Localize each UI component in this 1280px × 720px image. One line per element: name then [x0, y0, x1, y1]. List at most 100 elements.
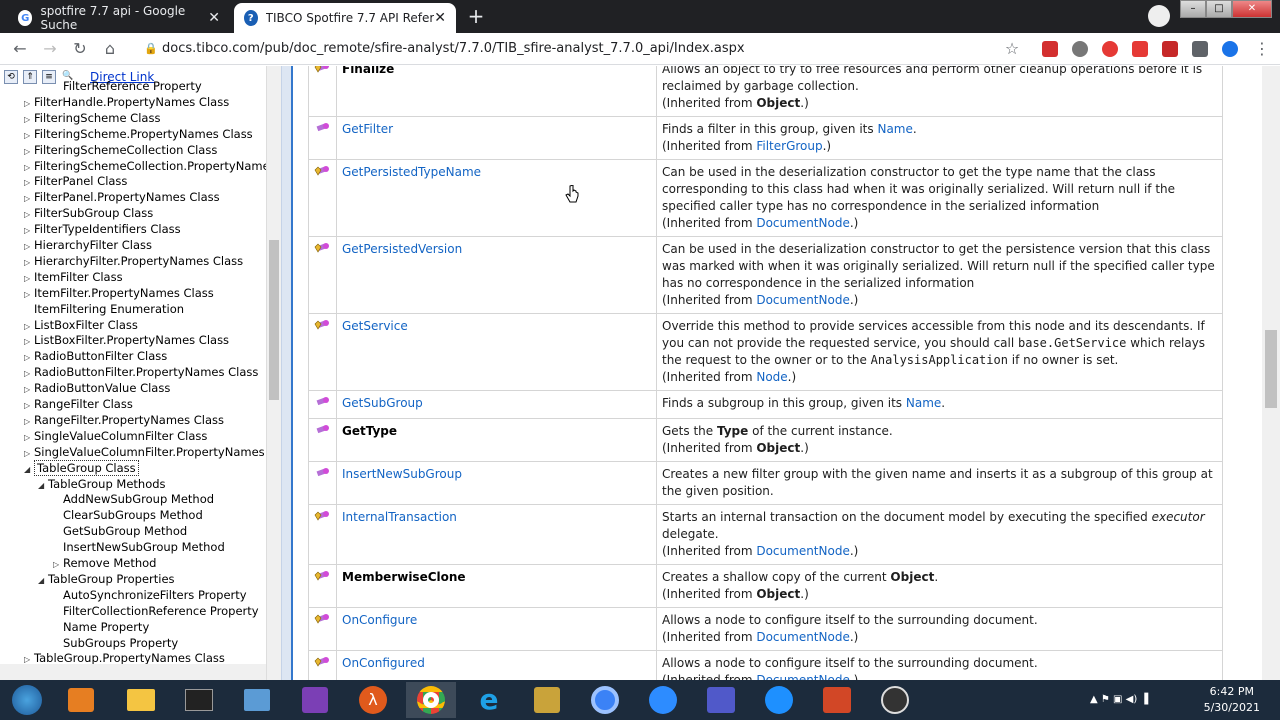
reload-icon[interactable]: ↻: [70, 40, 90, 58]
inherited-class-link[interactable]: FilterGroup: [756, 139, 822, 153]
expanded-arrow-icon[interactable]: ◢: [38, 573, 48, 589]
chromium-icon[interactable]: [580, 682, 630, 718]
tree-item[interactable]: ▷ FilteringScheme.PropertyNames Class: [24, 126, 253, 142]
tree-item[interactable]: InsertNewSubGroup Method: [53, 539, 225, 555]
new-tab-button[interactable]: +: [464, 6, 488, 28]
tree-item[interactable]: ▷ HierarchyFilter Class: [24, 237, 152, 253]
tree-item[interactable]: ▷ RangeFilter.PropertyNames Class: [24, 412, 224, 428]
avatar[interactable]: [1222, 41, 1238, 57]
collapse-icon[interactable]: ⇑: [23, 70, 37, 84]
back-icon[interactable]: ←: [10, 40, 30, 58]
inherited-class-link[interactable]: DocumentNode: [756, 630, 850, 644]
sidebar-horizontal-scrollbar[interactable]: [0, 664, 266, 680]
maps-icon[interactable]: [754, 682, 804, 718]
tree-item[interactable]: ▷ FilterPanel.PropertyNames Class: [24, 189, 220, 205]
tree-item[interactable]: ▷ FilteringScheme Class: [24, 110, 160, 126]
member-name-link[interactable]: OnConfigure: [342, 613, 417, 627]
zoom-icon[interactable]: [638, 682, 688, 718]
tree-item[interactable]: ▷ RadioButtonFilter Class: [24, 348, 167, 364]
internet-explorer-icon[interactable]: e: [464, 682, 514, 718]
member-name-link[interactable]: GetFilter: [342, 122, 393, 136]
tree-item[interactable]: ▷ SingleValueColumnFilter Class: [24, 428, 207, 444]
description-link[interactable]: Name: [877, 122, 912, 136]
tree-item[interactable]: ▷ SingleValueColumnFilter.PropertyNames: [24, 444, 265, 460]
close-icon[interactable]: ✕: [434, 10, 446, 26]
tree-item[interactable]: ▷ RangeFilter Class: [24, 396, 133, 412]
tree-item[interactable]: FilterCollectionReference Property: [53, 603, 259, 619]
tab-google-search[interactable]: G spotfire 7.7 api - Google Suche ✕: [8, 3, 230, 33]
pdf-extension-icon[interactable]: [1042, 41, 1058, 57]
media-player-icon[interactable]: [56, 682, 106, 718]
member-name-link[interactable]: GetService: [342, 319, 408, 333]
adblock-icon[interactable]: [1102, 41, 1118, 57]
sidebar-scroll-thumb[interactable]: [269, 240, 279, 400]
powerpoint-icon[interactable]: [812, 682, 862, 718]
pane-splitter[interactable]: [281, 66, 293, 680]
member-name-link[interactable]: OnConfigured: [342, 656, 425, 670]
member-name-link[interactable]: InsertNewSubGroup: [342, 467, 462, 481]
tree-item[interactable]: ▷ FilteringSchemeCollection Class: [24, 142, 217, 158]
terminal-icon[interactable]: [174, 682, 224, 718]
menu-icon[interactable]: ⋮: [1252, 40, 1272, 58]
lambda-app-icon[interactable]: λ: [348, 682, 398, 718]
close-icon[interactable]: ✕: [208, 10, 220, 26]
description-link[interactable]: Name: [906, 396, 941, 410]
tree-item[interactable]: ItemFiltering Enumeration: [24, 301, 184, 317]
tree-item[interactable]: GetSubGroup Method: [53, 523, 187, 539]
extension-icon[interactable]: [1072, 41, 1088, 57]
content-scroll-thumb[interactable]: [1265, 330, 1277, 408]
member-name-link[interactable]: GetPersistedTypeName: [342, 165, 481, 179]
tree-item[interactable]: Name Property: [53, 619, 149, 635]
expanded-arrow-icon[interactable]: ◢: [24, 462, 34, 478]
tree-item[interactable]: ▷ RadioButtonFilter.PropertyNames Class: [24, 364, 258, 380]
member-name-link[interactable]: GetPersistedVersion: [342, 242, 462, 256]
tree-item[interactable]: ◢ TableGroup Class: [24, 459, 139, 478]
close-window-button[interactable]: ✕: [1232, 0, 1272, 18]
tree-item[interactable]: AddNewSubGroup Method: [53, 491, 214, 507]
tree-item[interactable]: ▷ RadioButtonValue Class: [24, 380, 170, 396]
tree-item[interactable]: FilterReference Property: [53, 78, 202, 94]
tools-icon[interactable]: [522, 682, 572, 718]
member-name-link[interactable]: GetSubGroup: [342, 396, 423, 410]
inherited-class-link[interactable]: DocumentNode: [756, 673, 850, 680]
tree-item[interactable]: ▷ HierarchyFilter.PropertyNames Class: [24, 253, 243, 269]
inherited-class-link[interactable]: DocumentNode: [756, 544, 850, 558]
tree-item[interactable]: SubGroups Property: [53, 635, 178, 651]
forward-icon[interactable]: →: [40, 40, 60, 58]
expanded-arrow-icon[interactable]: ◢: [38, 478, 48, 494]
profile-menu-icon[interactable]: [1148, 5, 1170, 27]
url-field[interactable]: 🔒 docs.tibco.com/pub/doc_remote/sfire-an…: [140, 37, 1030, 61]
bookmark-star-icon[interactable]: ☆: [1002, 40, 1022, 58]
start-button[interactable]: [2, 682, 52, 718]
tree-item[interactable]: ClearSubGroups Method: [53, 507, 203, 523]
tree-item[interactable]: ▷ FilterHandle.PropertyNames Class: [24, 94, 229, 110]
car-extension-icon[interactable]: [1162, 41, 1178, 57]
tree-item[interactable]: ▷ FilterTypeIdentifiers Class: [24, 221, 181, 237]
tree-item[interactable]: ▷ FilterSubGroup Class: [24, 205, 153, 221]
tree-item[interactable]: AutoSynchronizeFilters Property: [53, 587, 247, 603]
inherited-class-link[interactable]: DocumentNode: [756, 293, 850, 307]
chrome-icon[interactable]: [406, 682, 456, 718]
minimize-button[interactable]: –: [1180, 0, 1206, 18]
file-explorer-icon[interactable]: [116, 682, 166, 718]
home-icon[interactable]: ⌂: [100, 40, 120, 58]
inherited-class-link[interactable]: Node: [756, 370, 787, 384]
member-name-link[interactable]: GetType: [342, 424, 397, 438]
teams-icon[interactable]: [696, 682, 746, 718]
tab-tibco-api[interactable]: ? TIBCO Spotfire 7.7 API Reference ✕: [234, 3, 456, 33]
tree-item[interactable]: ▷ ItemFilter Class: [24, 269, 123, 285]
maximize-button[interactable]: □: [1206, 0, 1232, 18]
remote-desktop-icon[interactable]: [232, 682, 282, 718]
puzzle-icon[interactable]: [1192, 41, 1208, 57]
system-clock[interactable]: 6:42 PM 5/30/2021: [1204, 684, 1260, 716]
sync-toc-icon[interactable]: ⟲: [4, 70, 18, 84]
tray-icons[interactable]: ▲ ⚑ ▣ ◀) ▐: [1090, 694, 1148, 705]
visual-studio-icon[interactable]: [290, 682, 340, 718]
tree-item[interactable]: ▷ ItemFilter.PropertyNames Class: [24, 285, 214, 301]
inherited-class-link[interactable]: DocumentNode: [756, 216, 850, 230]
opera-extension-icon[interactable]: [1132, 41, 1148, 57]
member-name-link[interactable]: InternalTransaction: [342, 510, 457, 524]
tree-item[interactable]: ▷ ListBoxFilter.PropertyNames Class: [24, 332, 229, 348]
tree-item[interactable]: ◢ TableGroup Methods: [38, 476, 166, 492]
member-name-link[interactable]: MemberwiseClone: [342, 570, 466, 584]
